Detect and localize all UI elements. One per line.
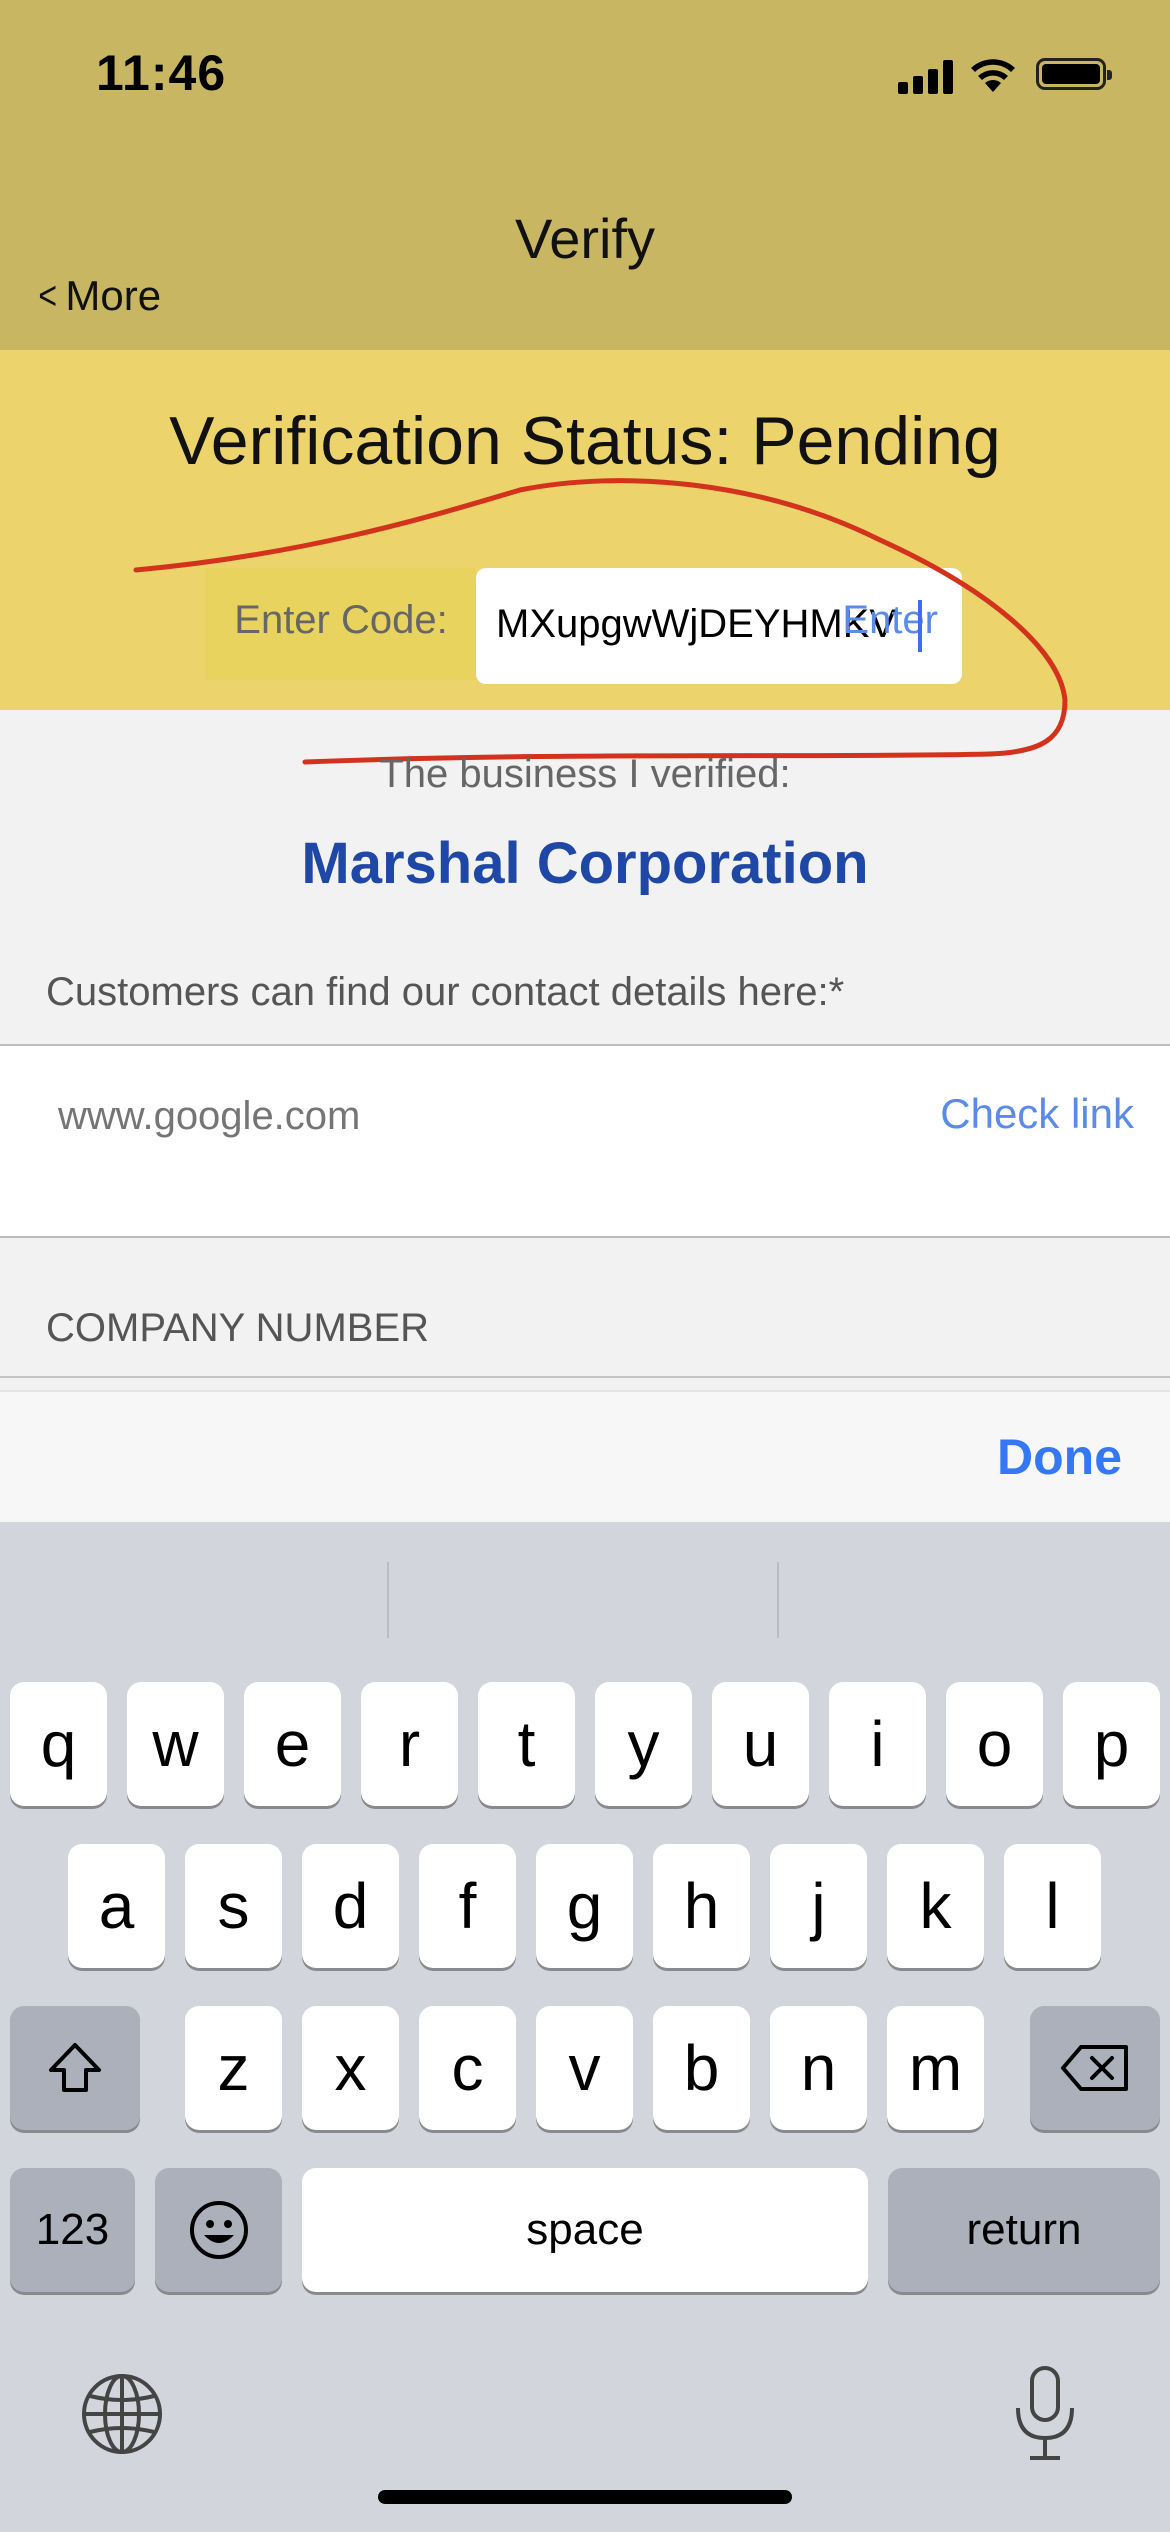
- business-caption: The business I verified:: [379, 752, 791, 796]
- text-caret: [918, 600, 922, 652]
- space-key[interactable]: space: [302, 2168, 868, 2292]
- code-label: Enter Code:: [234, 598, 448, 642]
- divider: [0, 1376, 1170, 1378]
- status-time: 11:46: [96, 45, 227, 101]
- home-indicator: [378, 2490, 792, 2504]
- verification-status-panel: Verification Status: Pending Enter Code:…: [0, 350, 1170, 710]
- key-f[interactable]: f: [419, 1844, 516, 1968]
- key-o[interactable]: o: [946, 1682, 1043, 1806]
- key-m[interactable]: m: [887, 2006, 984, 2130]
- key-z[interactable]: z: [185, 2006, 282, 2130]
- key-j[interactable]: j: [770, 1844, 867, 1968]
- key-s[interactable]: s: [185, 1844, 282, 1968]
- key-a[interactable]: a: [68, 1844, 165, 1968]
- key-t[interactable]: t: [478, 1682, 575, 1806]
- shift-key[interactable]: [10, 2006, 140, 2130]
- emoji-icon: [189, 2201, 248, 2259]
- key-d[interactable]: d: [302, 1844, 399, 1968]
- business-name: Marshal Corporation: [301, 831, 869, 896]
- cellular-signal-icon: [898, 60, 954, 94]
- back-button[interactable]: < More: [36, 272, 161, 320]
- key-u[interactable]: u: [712, 1682, 809, 1806]
- code-input[interactable]: MXupgwWjDEYHMKV Enter: [476, 568, 962, 684]
- emoji-key[interactable]: [155, 2168, 282, 2292]
- key-y[interactable]: y: [595, 1682, 692, 1806]
- key-h[interactable]: h: [653, 1844, 750, 1968]
- company-number-label: COMPANY NUMBER: [46, 1306, 430, 1350]
- suggestion-divider: [387, 1562, 389, 1638]
- key-i[interactable]: i: [829, 1682, 926, 1806]
- return-key[interactable]: return: [888, 2168, 1160, 2292]
- page-title: Verify: [514, 207, 656, 270]
- shift-icon: [49, 2043, 101, 2092]
- back-button-label: More: [65, 272, 162, 319]
- contact-link-row: Check link: [0, 1044, 1170, 1238]
- key-p[interactable]: p: [1063, 1682, 1160, 1806]
- battery-icon: [1036, 58, 1112, 90]
- key-v[interactable]: v: [536, 2006, 633, 2130]
- key-g[interactable]: g: [536, 1844, 633, 1968]
- key-q[interactable]: q: [10, 1682, 107, 1806]
- numbers-key[interactable]: 123: [10, 2168, 135, 2292]
- key-n[interactable]: n: [770, 2006, 867, 2130]
- contact-details-caption: Customers can find our contact details h…: [46, 970, 845, 1014]
- keyboard: q w e r t y u i o p a s d f g h j k l z …: [0, 1522, 1170, 2532]
- check-link-button[interactable]: Check link: [940, 1090, 1134, 1138]
- backspace-icon: [1061, 2045, 1128, 2091]
- key-r[interactable]: r: [361, 1682, 458, 1806]
- key-c[interactable]: c: [419, 2006, 516, 2130]
- keyboard-toolbar: Done: [0, 1390, 1170, 1522]
- code-label-container: Enter Code:: [206, 568, 476, 680]
- key-b[interactable]: b: [653, 2006, 750, 2130]
- navigation-bar: 11:46 Verify < More: [0, 0, 1170, 350]
- delete-key[interactable]: [1030, 2006, 1160, 2130]
- key-e[interactable]: e: [244, 1682, 341, 1806]
- contact-link-input[interactable]: [58, 1094, 858, 1139]
- microphone-icon[interactable]: [1010, 2364, 1080, 2464]
- globe-icon[interactable]: [80, 2372, 164, 2456]
- key-x[interactable]: x: [302, 2006, 399, 2130]
- key-k[interactable]: k: [887, 1844, 984, 1968]
- enter-button[interactable]: Enter: [842, 598, 938, 643]
- verification-status-heading: Verification Status: Pending: [169, 403, 1001, 479]
- wifi-icon: [971, 59, 1015, 92]
- key-w[interactable]: w: [127, 1682, 224, 1806]
- key-l[interactable]: l: [1004, 1844, 1101, 1968]
- suggestion-divider: [777, 1562, 779, 1638]
- done-button[interactable]: Done: [997, 1428, 1122, 1486]
- chevron-left-icon: <: [38, 273, 58, 318]
